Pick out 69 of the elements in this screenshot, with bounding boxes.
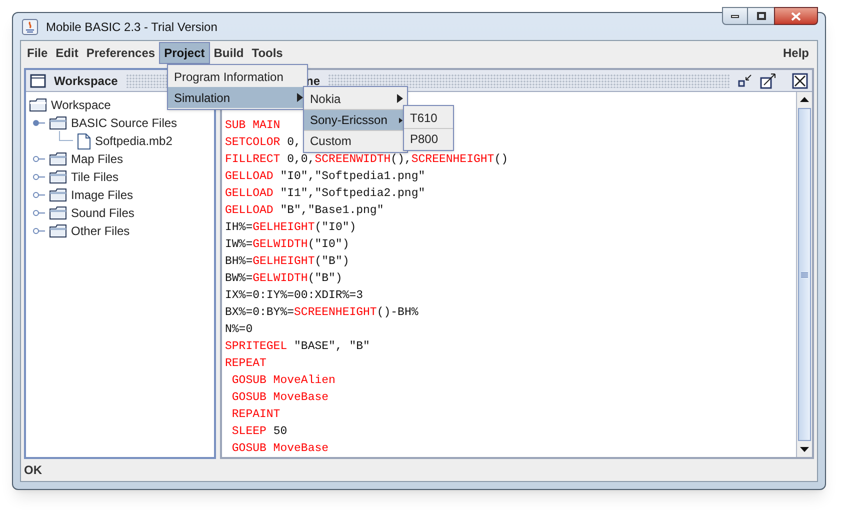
code-line: GOSUB MoveBase bbox=[230, 441, 329, 457]
tree-item[interactable]: Map Files bbox=[71, 150, 124, 168]
tree-toggle-icon[interactable] bbox=[33, 172, 45, 182]
menu[interactable]: Project bbox=[159, 42, 210, 64]
code-line: GELLOAD "I1","Softpedia2.png" bbox=[225, 186, 426, 202]
menu[interactable]: File bbox=[23, 42, 52, 64]
folder-icon bbox=[49, 224, 67, 238]
menu[interactable]: Tools bbox=[248, 42, 287, 64]
tree-item[interactable]: Sound Files bbox=[71, 204, 134, 222]
tree-item[interactable]: Softpedia.mb2 bbox=[95, 132, 172, 150]
tree-item[interactable]: BASIC Source Files bbox=[71, 114, 178, 132]
restore-icon[interactable] bbox=[738, 74, 752, 88]
tree-item[interactable]: Tile Files bbox=[71, 168, 119, 186]
folder-icon bbox=[49, 188, 67, 202]
menu[interactable]: Build bbox=[210, 42, 248, 64]
panel-title: Workspace bbox=[54, 72, 118, 90]
code-line: REPAINT bbox=[230, 407, 280, 423]
tree-item[interactable]: Workspace bbox=[51, 96, 111, 114]
tree-item[interactable]: Other Files bbox=[71, 222, 130, 240]
menu[interactable]: Help bbox=[776, 44, 815, 62]
menu-item[interactable]: Nokia bbox=[304, 88, 407, 109]
tree-toggle-icon[interactable] bbox=[33, 154, 45, 164]
tree-toggle-icon[interactable] bbox=[33, 190, 45, 200]
window-icon bbox=[30, 74, 46, 88]
code-line: IX%=0:IY%=00:XDIR%=3 bbox=[225, 288, 364, 304]
tree-toggle-icon[interactable] bbox=[33, 118, 45, 128]
code-line: SETCOLOR 0, bbox=[225, 135, 301, 151]
menu-item[interactable]: P800 bbox=[404, 128, 453, 149]
code-line: GOSUB MoveAlien bbox=[230, 373, 336, 389]
window-title: Mobile BASIC 2.3 - Trial Version bbox=[46, 18, 218, 36]
scrollbar-thumb[interactable] bbox=[798, 108, 811, 441]
folder-icon bbox=[49, 206, 67, 220]
code-line: GELLOAD "I0","Softpedia1.png" bbox=[225, 169, 426, 185]
maximize-icon[interactable] bbox=[760, 72, 776, 88]
code-line: IW%=GELWIDTH("I0") bbox=[225, 237, 350, 253]
menu[interactable]: Edit bbox=[52, 42, 82, 64]
code-line: GOSUB MoveBase bbox=[230, 390, 329, 406]
maximize-button[interactable] bbox=[748, 7, 774, 25]
folder-icon bbox=[49, 152, 67, 166]
document-icon bbox=[77, 132, 91, 150]
vertical-scrollbar[interactable] bbox=[796, 92, 812, 457]
code-line: GELLOAD "B","Base1.png" bbox=[225, 203, 384, 219]
code-line: SLEEP 50 bbox=[230, 424, 288, 440]
close-icon[interactable] bbox=[792, 72, 808, 88]
code-line: SUB MAIN bbox=[225, 118, 280, 134]
minimize-button[interactable] bbox=[722, 7, 748, 25]
code-line: BW%=GELWIDTH("B") bbox=[225, 271, 342, 287]
close-icon bbox=[791, 12, 801, 20]
tree-item[interactable]: Image Files bbox=[71, 186, 134, 204]
code-line: REPEAT bbox=[225, 356, 266, 372]
app-icon bbox=[22, 18, 38, 34]
folder-icon bbox=[49, 170, 67, 184]
code-line: BX%=0:BY%=SCREENHEIGHT()-BH% bbox=[225, 305, 418, 321]
submenu-arrow-icon bbox=[399, 116, 403, 124]
submenu-arrow-icon bbox=[297, 93, 303, 102]
menu-item[interactable]: Program Information bbox=[168, 66, 307, 87]
code-line: BH%=GELHEIGHT("B") bbox=[225, 254, 350, 270]
code-line: IH%=GELHEIGHT("I0") bbox=[225, 220, 356, 236]
code-line: FILLRECT 0,0,SCREENWIDTH(),SCREENHEIGHT() bbox=[225, 152, 508, 168]
submenu-arrow-icon bbox=[397, 94, 403, 103]
tree-toggle-icon[interactable] bbox=[33, 226, 45, 236]
menu[interactable]: Preferences bbox=[82, 42, 160, 64]
menu-item[interactable]: T610 bbox=[404, 107, 453, 128]
close-button[interactable] bbox=[774, 7, 818, 25]
tree-toggle-icon[interactable] bbox=[33, 208, 45, 218]
status-text: OK bbox=[24, 462, 42, 479]
code-line: SPRITEGEL "BASE", "B" bbox=[225, 339, 370, 355]
title-bar-grip[interactable] bbox=[328, 74, 730, 88]
code-line: N%=0 bbox=[225, 322, 253, 338]
